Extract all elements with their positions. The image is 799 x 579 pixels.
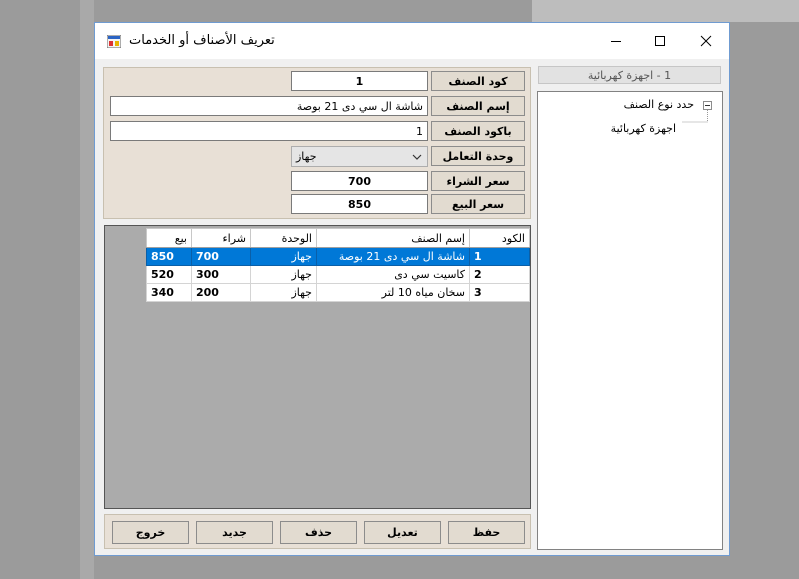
barcode-field[interactable]: 1 — [110, 121, 428, 141]
selected-category-label: 1 - اجهزة كهربائية — [538, 66, 721, 84]
col-code-header[interactable]: الكود — [469, 228, 530, 248]
app-icon — [107, 35, 121, 48]
cell-name[interactable]: كاسيت سي دى — [316, 265, 470, 284]
unit-dropdown[interactable]: جهاز — [291, 146, 428, 167]
table-row[interactable]: 3 سخان مياه 10 لتر جهاز 200 340 — [146, 283, 530, 302]
tree-lines — [682, 110, 708, 123]
cell-buy[interactable]: 300 — [191, 265, 251, 284]
grid-header-row: الكود إسم الصنف الوحدة شراء بيع — [146, 228, 530, 248]
cell-code[interactable]: 2 — [469, 265, 530, 284]
purchase-price-field[interactable]: 700 — [291, 171, 428, 191]
window-client: كود الصنف 1 إسم الصنف شاشة ال سي دى 21 ب… — [95, 59, 729, 555]
main-window: تعريف الأصناف أو الخدمات كود الصنف 1 إسم… — [94, 22, 730, 556]
cell-name[interactable]: شاشة ال سي دى 21 بوصة — [316, 247, 470, 266]
cell-sell[interactable]: 850 — [146, 247, 192, 266]
table-row[interactable]: 2 كاسيت سي دى جهاز 300 520 — [146, 265, 530, 284]
cell-unit[interactable]: جهاز — [250, 265, 317, 284]
action-buttons-panel: حفظ تعديل حذف جديد خروج — [104, 514, 531, 549]
item-code-label: كود الصنف — [431, 71, 525, 91]
window-title: تعريف الأصناف أو الخدمات — [129, 33, 275, 48]
item-name-label: إسم الصنف — [431, 96, 525, 116]
background-window-edge — [80, 0, 94, 579]
unit-label: وحدة التعامل — [431, 146, 525, 166]
exit-button[interactable]: خروج — [112, 521, 189, 544]
items-table: الكود إسم الصنف الوحدة شراء بيع 1 شاشة ا… — [146, 228, 530, 302]
items-grid[interactable]: الكود إسم الصنف الوحدة شراء بيع 1 شاشة ا… — [104, 225, 531, 509]
tree-root-node[interactable]: حدد نوع الصنف — [624, 98, 694, 111]
cell-buy[interactable]: 200 — [191, 283, 251, 302]
minimize-button[interactable] — [593, 23, 639, 59]
sale-price-field[interactable]: 850 — [291, 194, 428, 214]
delete-button[interactable]: حذف — [280, 521, 357, 544]
minimize-icon — [611, 41, 621, 42]
title-bar[interactable]: تعريف الأصناف أو الخدمات — [95, 23, 729, 59]
cell-sell[interactable]: 520 — [146, 265, 192, 284]
item-details-panel: كود الصنف 1 إسم الصنف شاشة ال سي دى 21 ب… — [103, 67, 531, 219]
close-icon — [700, 35, 712, 47]
tree-node-electrical[interactable]: اجهزة كهربائية — [611, 122, 676, 135]
tree-collapse-icon[interactable] — [703, 101, 712, 110]
table-row[interactable]: 1 شاشة ال سي دى 21 بوصة جهاز 700 850 — [146, 247, 530, 266]
col-sell-header[interactable]: بيع — [146, 228, 192, 248]
category-tree[interactable]: حدد نوع الصنف اجهزة كهربائية — [537, 91, 723, 550]
background-window — [532, 0, 799, 22]
sale-price-label: سعر البيع — [431, 194, 525, 214]
cell-unit[interactable]: جهاز — [250, 283, 317, 302]
cell-code[interactable]: 3 — [469, 283, 530, 302]
col-buy-header[interactable]: شراء — [191, 228, 251, 248]
cell-code[interactable]: 1 — [469, 247, 530, 266]
purchase-price-label: سعر الشراء — [431, 171, 525, 191]
item-code-field[interactable]: 1 — [291, 71, 428, 91]
cell-unit[interactable]: جهاز — [250, 247, 317, 266]
maximize-button[interactable] — [637, 23, 683, 59]
save-button[interactable]: حفظ — [448, 521, 525, 544]
maximize-icon — [655, 36, 665, 46]
cell-name[interactable]: سخان مياه 10 لتر — [316, 283, 470, 302]
close-button[interactable] — [683, 23, 729, 59]
new-button[interactable]: جديد — [196, 521, 273, 544]
col-unit-header[interactable]: الوحدة — [250, 228, 317, 248]
barcode-label: باكود الصنف — [431, 121, 525, 141]
item-name-field[interactable]: شاشة ال سي دى 21 بوصة — [110, 96, 428, 116]
chevron-down-icon — [412, 154, 422, 160]
cell-sell[interactable]: 340 — [146, 283, 192, 302]
cell-buy[interactable]: 700 — [191, 247, 251, 266]
edit-button[interactable]: تعديل — [364, 521, 441, 544]
unit-dropdown-value: جهاز — [296, 150, 317, 163]
col-name-header[interactable]: إسم الصنف — [316, 228, 470, 248]
